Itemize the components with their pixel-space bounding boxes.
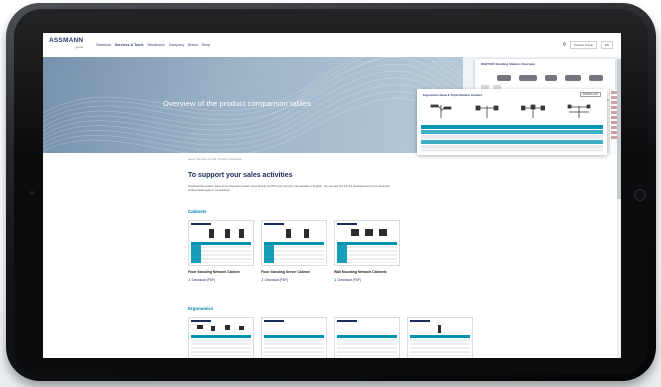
nav-shop[interactable]: Shop — [202, 43, 210, 47]
ergonomic-holders-card: Ergonomic Desk & Triple Monitor Holders … — [417, 89, 607, 155]
nav-solutions[interactable]: Solutions — [96, 43, 111, 47]
download-link[interactable]: ↧ Download (PDF) — [261, 278, 288, 282]
cabinet-image — [379, 229, 387, 236]
cabinet-image — [286, 229, 291, 238]
download-link[interactable]: ↧ Download (PDF) — [334, 278, 361, 282]
cabinet-image — [351, 229, 359, 236]
tile-ergonomics-1[interactable] — [188, 317, 254, 358]
tile-ergonomics-3[interactable] — [334, 317, 400, 358]
product-image — [565, 75, 581, 81]
site-header: ASSMANN group Solutions Services & Tools… — [43, 33, 621, 58]
product-image — [497, 75, 511, 81]
search-icon[interactable]: ⚲ — [563, 42, 567, 48]
header-actions: ⚲ Partner Portal EN — [563, 41, 613, 49]
product-image — [438, 325, 441, 333]
download-icon: ↧ — [334, 278, 337, 282]
tile-floor-standing-network-cabinet[interactable] — [188, 220, 254, 266]
table-row — [421, 135, 603, 139]
product-image — [225, 325, 230, 330]
tile-wall-mounting-network-cabinets[interactable] — [334, 220, 400, 266]
tile-label: Floor Standing Network Cabinet — [188, 270, 240, 274]
breadcrumb[interactable]: Home / Services & Tools / Product Compar… — [188, 158, 242, 161]
monitor-arm-image — [567, 104, 591, 118]
ergonomic-holders-title: Ergonomic Desk & Triple Monitor Holders — [423, 93, 483, 97]
nav-brand[interactable]: Brand — [188, 43, 198, 47]
download-link[interactable]: ↧ Download (PDF) — [188, 278, 215, 282]
tile-ergonomics-4[interactable] — [407, 317, 473, 358]
category-title-cabinets: Cabinets — [188, 209, 207, 214]
main-nav: Solutions Services & Tools Newsroom Comp… — [96, 43, 210, 47]
cabinet-image — [225, 229, 230, 238]
product-image — [589, 75, 603, 81]
nav-company[interactable]: Company — [169, 43, 184, 47]
product-image — [519, 75, 537, 81]
language-selector[interactable]: EN — [600, 41, 613, 49]
tile-label: Wall Mounting Network Cabinets — [334, 270, 387, 274]
product-image — [211, 326, 215, 331]
page-heading: To support your sales activities — [188, 172, 293, 179]
tile-ergonomics-2[interactable] — [261, 317, 327, 358]
tablet-screen: ASSMANN group Solutions Services & Tools… — [43, 33, 621, 358]
product-image — [239, 326, 244, 330]
tile-floor-standing-server-cabinet[interactable] — [261, 220, 327, 266]
table-row — [421, 140, 603, 144]
nav-services-tools[interactable]: Services & Tools — [115, 43, 144, 47]
monitor-arm-image — [430, 104, 452, 118]
monitor-arm-image — [475, 105, 499, 118]
assmann-logo[interactable]: ASSMANN group — [49, 37, 83, 50]
table-row — [421, 150, 603, 154]
hero-banner: Overview of the product comparison table… — [43, 57, 463, 153]
cabinet-image — [304, 229, 309, 238]
category-title-ergonomics: Ergonomics — [188, 306, 214, 311]
table-row — [421, 145, 603, 149]
download-icon: ↧ — [188, 278, 191, 282]
product-image — [545, 75, 557, 81]
intro-text: Download the product matrix of the respe… — [188, 185, 390, 192]
download-icon: ↧ — [261, 278, 264, 282]
download-button[interactable]: DOWNLOAD — [579, 92, 601, 97]
table-row — [421, 130, 603, 134]
product-image — [197, 325, 203, 329]
camera-dot — [30, 191, 34, 195]
monitor-arm-image — [521, 104, 545, 118]
scrollbar-thumb[interactable] — [617, 59, 621, 199]
tile-label: Floor Standing Server Cabinet — [261, 270, 310, 274]
cabinet-image — [239, 229, 244, 238]
hero-title: Overview of the product comparison table… — [163, 99, 312, 108]
home-button[interactable] — [634, 189, 646, 201]
cabinet-image — [209, 229, 214, 238]
partner-portal-button[interactable]: Partner Portal — [570, 41, 597, 49]
comparison-table-header — [421, 125, 603, 129]
cabinet-image — [365, 229, 373, 236]
docking-overview-title: DIGITUS® Docking Stations Overview — [481, 62, 535, 66]
nav-newsroom[interactable]: Newsroom — [148, 43, 165, 47]
